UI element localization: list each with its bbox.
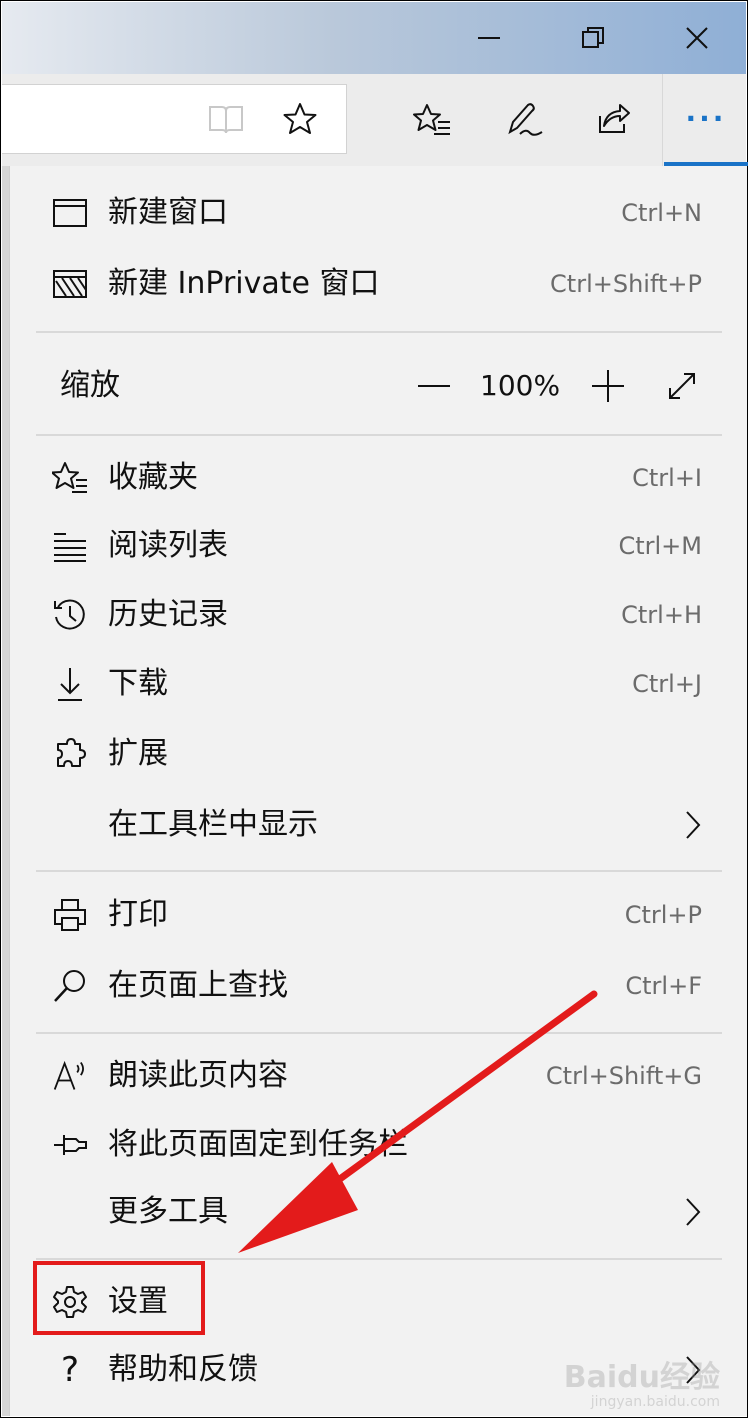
restore-button[interactable]	[568, 16, 618, 60]
close-icon	[686, 27, 708, 49]
menu-item-shortcut: Ctrl+Shift+G	[545, 1062, 702, 1090]
menu-item-label: 帮助和反馈	[108, 1352, 258, 1387]
menu-item-label: 在页面上查找	[108, 968, 288, 1003]
new-window-icon	[52, 195, 88, 231]
menu-divider	[36, 331, 722, 333]
history-icon	[52, 597, 88, 633]
menu-item-favorites[interactable]: 收藏夹 Ctrl+I	[10, 448, 747, 508]
favorites-hub-icon	[413, 104, 450, 135]
help-icon: ?	[60, 1350, 80, 1390]
search-icon	[52, 968, 88, 1004]
read-aloud-icon	[52, 1058, 88, 1094]
print-icon	[52, 897, 88, 933]
inprivate-window-icon	[52, 266, 88, 302]
menu-item-label: 在工具栏中显示	[108, 807, 318, 842]
star-icon	[283, 103, 317, 134]
menu-item-print[interactable]: 打印 Ctrl+P	[10, 885, 747, 945]
menu-item-read-aloud[interactable]: 朗读此页内容 Ctrl+Shift+G	[10, 1046, 747, 1106]
toolbar-separator	[662, 74, 663, 166]
menu-item-new-window[interactable]: 新建窗口 Ctrl+N	[10, 183, 747, 243]
watermark-logo: Baidu经验	[563, 1360, 720, 1395]
minimize-icon	[478, 37, 500, 39]
share-icon	[599, 104, 630, 133]
share-button[interactable]	[584, 90, 640, 146]
menu-item-label: 扩展	[108, 736, 168, 771]
menu-item-label: 下载	[108, 666, 168, 701]
menu-item-more-tools[interactable]: 更多工具	[10, 1182, 747, 1242]
restore-icon	[582, 27, 604, 48]
page-edge	[2, 166, 9, 1416]
web-note-button[interactable]	[496, 92, 552, 148]
menu-item-shortcut: Ctrl+P	[624, 901, 702, 929]
zoom-out-button[interactable]	[414, 356, 454, 416]
watermark: Baidu经验 jingyan.baidu.com	[563, 1360, 720, 1411]
chevron-right-icon	[686, 1198, 701, 1226]
browser-toolbar: ···	[2, 74, 748, 166]
zoom-in-icon	[592, 370, 624, 402]
zoom-in-button[interactable]	[588, 356, 628, 416]
zoom-value: 100%	[480, 369, 561, 402]
menu-item-shortcut: Ctrl+Shift+P	[550, 270, 702, 298]
menu-item-label: 更多工具	[108, 1194, 228, 1229]
fullscreen-icon	[669, 373, 695, 399]
address-bar[interactable]	[2, 84, 347, 154]
chevron-right-icon	[686, 811, 701, 839]
menu-item-extensions[interactable]: 扩展	[10, 724, 747, 784]
menu-item-downloads[interactable]: 下载 Ctrl+J	[10, 654, 747, 714]
reading-view-button[interactable]	[198, 91, 254, 147]
menu-divider	[36, 1032, 722, 1034]
menu-item-shortcut: Ctrl+F	[625, 972, 702, 1000]
watermark-url: jingyan.baidu.com	[590, 1394, 720, 1410]
menu-item-label: 新建窗口	[108, 195, 228, 230]
menu-item-label: 历史记录	[108, 597, 228, 632]
menu-divider	[36, 870, 722, 872]
extensions-icon	[52, 736, 88, 772]
settings-and-more-button[interactable]: ···	[664, 74, 748, 166]
reading-list-icon	[52, 528, 88, 564]
title-bar	[2, 2, 746, 74]
close-button[interactable]	[672, 16, 722, 60]
favorites-icon	[52, 460, 88, 496]
reading-view-icon	[209, 106, 243, 134]
menu-divider	[36, 1258, 722, 1260]
menu-item-shortcut: Ctrl+H	[621, 601, 702, 629]
menu-item-shortcut: Ctrl+N	[621, 199, 702, 227]
favorites-hub-button[interactable]	[404, 92, 460, 148]
menu-item-shortcut: Ctrl+M	[618, 532, 702, 560]
pen-icon	[508, 103, 543, 136]
menu-item-label: 将此页面固定到任务栏	[108, 1127, 408, 1162]
menu-item-shortcut: Ctrl+I	[632, 464, 702, 492]
menu-item-new-inprivate[interactable]: 新建 InPrivate 窗口 Ctrl+Shift+P	[10, 254, 747, 314]
download-icon	[52, 666, 88, 702]
menu-item-reading-list[interactable]: 阅读列表 Ctrl+M	[10, 516, 747, 576]
menu-item-history[interactable]: 历史记录 Ctrl+H	[10, 585, 747, 645]
menu-item-show-in-toolbar[interactable]: 在工具栏中显示	[10, 795, 747, 855]
pin-icon	[52, 1127, 88, 1163]
add-favorite-button[interactable]	[272, 91, 328, 147]
fullscreen-button[interactable]	[662, 356, 702, 416]
menu-item-find[interactable]: 在页面上查找 Ctrl+F	[10, 956, 747, 1016]
menu-divider	[36, 434, 722, 436]
menu-item-shortcut: Ctrl+J	[632, 670, 702, 698]
menu-item-pin-taskbar[interactable]: 将此页面固定到任务栏	[10, 1115, 747, 1175]
menu-item-label: 收藏夹	[108, 460, 198, 495]
menu-item-label: 打印	[108, 897, 168, 932]
menu-item-label: 新建 InPrivate 窗口	[108, 266, 380, 301]
minimize-button[interactable]	[464, 16, 514, 60]
settings-and-more-menu: 新建窗口 Ctrl+N 新建 InPrivate 窗口 Ctrl+Shift+P…	[9, 166, 747, 1416]
zoom-out-icon	[418, 385, 450, 387]
menu-item-label: 朗读此页内容	[108, 1058, 288, 1093]
zoom-label: 缩放	[60, 368, 120, 403]
menu-item-label: 阅读列表	[108, 528, 228, 563]
settings-highlight-box	[33, 1261, 205, 1335]
